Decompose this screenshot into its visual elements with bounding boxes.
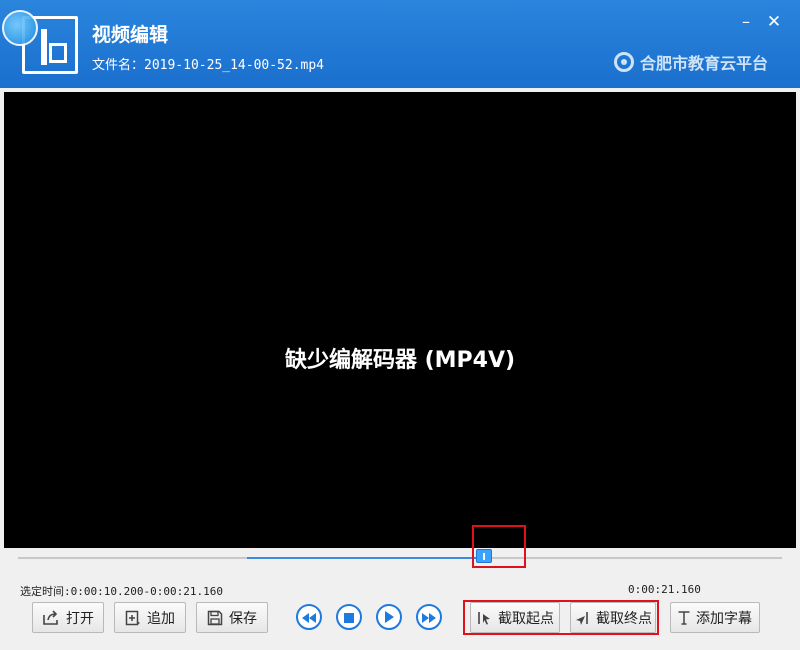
timeline-handle[interactable]	[476, 549, 493, 563]
cut-start-icon	[476, 610, 492, 626]
save-label: 保存	[229, 610, 257, 627]
window-title: 视频编辑	[92, 24, 169, 46]
open-icon	[42, 609, 60, 626]
brand-icon	[614, 52, 634, 72]
cut-end-icon	[574, 610, 590, 626]
set-end-button[interactable]: 截取终点	[570, 602, 656, 633]
save-icon	[207, 610, 223, 626]
watermark-logo	[2, 10, 38, 46]
set-end-label: 截取终点	[596, 610, 652, 627]
append-button[interactable]: 追加	[114, 602, 186, 633]
fast-forward-icon	[422, 608, 436, 627]
open-button[interactable]: 打开	[32, 602, 104, 633]
append-label: 追加	[147, 610, 175, 627]
close-button[interactable]: ✕	[764, 12, 784, 32]
brand: 合肥市教育云平台	[614, 50, 768, 74]
minimize-button[interactable]: –	[736, 12, 756, 32]
set-start-label: 截取起点	[498, 610, 554, 627]
stop-icon	[344, 608, 354, 627]
rewind-icon	[302, 608, 316, 627]
add-subtitle-button[interactable]: 添加字幕	[670, 602, 760, 633]
brand-label: 合肥市教育云平台	[640, 54, 769, 73]
add-subtitle-label: 添加字幕	[696, 610, 752, 627]
play-icon	[384, 608, 394, 627]
selected-time-label: 选定时间:0:00:10.200-0:00:21.160	[20, 585, 223, 598]
text-icon	[678, 610, 690, 625]
stop-button[interactable]	[336, 604, 362, 630]
open-label: 打开	[66, 610, 94, 627]
save-button[interactable]: 保存	[196, 602, 268, 633]
fast-forward-button[interactable]	[416, 604, 442, 630]
title-bar: 视频编辑 文件名：2019-10-25_14-00-52.mp4 – ✕ 合肥市…	[0, 0, 800, 88]
timeline-selection	[247, 557, 485, 559]
file-name-label: 文件名：2019-10-25_14-00-52.mp4	[92, 58, 325, 73]
play-button[interactable]	[376, 604, 402, 630]
rewind-button[interactable]	[296, 604, 322, 630]
video-preview[interactable]: 缺少编解码器 (MP4V)	[4, 92, 796, 548]
append-icon	[125, 610, 141, 626]
duration-label: 0:00:21.160	[628, 583, 701, 596]
codec-error-message: 缺少编解码器 (MP4V)	[284, 348, 516, 373]
set-start-button[interactable]: 截取起点	[470, 602, 560, 633]
